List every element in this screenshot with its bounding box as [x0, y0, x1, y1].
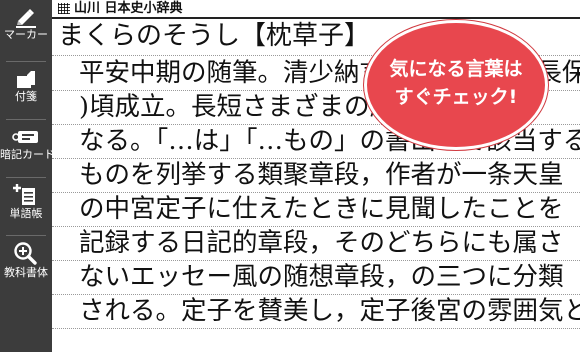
dictionary-title: 山川 日本史小辞典: [74, 1, 183, 16]
sidebar-divider: [6, 235, 46, 236]
font-tool-label: 教科書体: [4, 266, 48, 279]
tool-sidebar: マーカー 付箋 暗記カード 単語帳 教科書体: [0, 0, 55, 352]
wordbook-tool-label: 単語帳: [9, 207, 43, 220]
promo-badge-line2: すぐチェック!: [394, 86, 518, 108]
entry-headword: まくらのそうし【枕草子】: [58, 21, 371, 51]
dictionary-app-window: マーカー 付箋 暗記カード 単語帳 教科書体 山川 日本史小辞典 まくらのそうし…: [0, 0, 580, 352]
entry-text-line[interactable]: される。定子を賛美し，定子後宮の雰囲気と: [79, 294, 580, 328]
promo-badge: 気になる言葉は すぐチェック!: [364, 20, 548, 150]
dictionary-header: 山川 日本史小辞典: [52, 0, 580, 19]
zoom-font-icon: [14, 242, 37, 265]
promo-badge-line1: 気になる言葉は: [389, 58, 523, 80]
sidebar-divider: [6, 61, 46, 62]
entry-text-line[interactable]: 記録する日記的章段，そのどちらにも属さ: [79, 226, 564, 260]
flashcard-icon: [12, 131, 38, 143]
font-tool-button[interactable]: 教科書体: [0, 240, 52, 292]
entry-text-line[interactable]: ものを列挙する類聚章段，作者が一条天皇: [79, 158, 564, 192]
wordbook-add-icon: [13, 184, 35, 205]
flashcard-tool-button[interactable]: 暗記カード: [0, 126, 55, 174]
line-ruler: [52, 328, 580, 329]
wordbook-tool-button[interactable]: 単語帳: [0, 181, 52, 233]
entry-text-line[interactable]: ないエッセー風の随想章段，の三つに分類: [79, 260, 564, 294]
marker-tool-label: マーカー: [4, 28, 48, 41]
dictionary-grid-icon: [58, 3, 70, 14]
sticky-note-icon: [17, 71, 35, 88]
sidebar-divider: [6, 177, 46, 178]
flashcard-tool-label: 暗記カード: [0, 148, 55, 161]
marker-tool-button[interactable]: マーカー: [0, 6, 52, 58]
marker-icon: [16, 9, 36, 28]
entry-text-line[interactable]: の中宮定子に仕えたときに見聞したことを: [79, 192, 564, 226]
sidebar-divider: [6, 119, 46, 120]
sticky-note-tool-label: 付箋: [15, 90, 37, 103]
sticky-note-tool-button[interactable]: 付箋: [0, 68, 52, 116]
